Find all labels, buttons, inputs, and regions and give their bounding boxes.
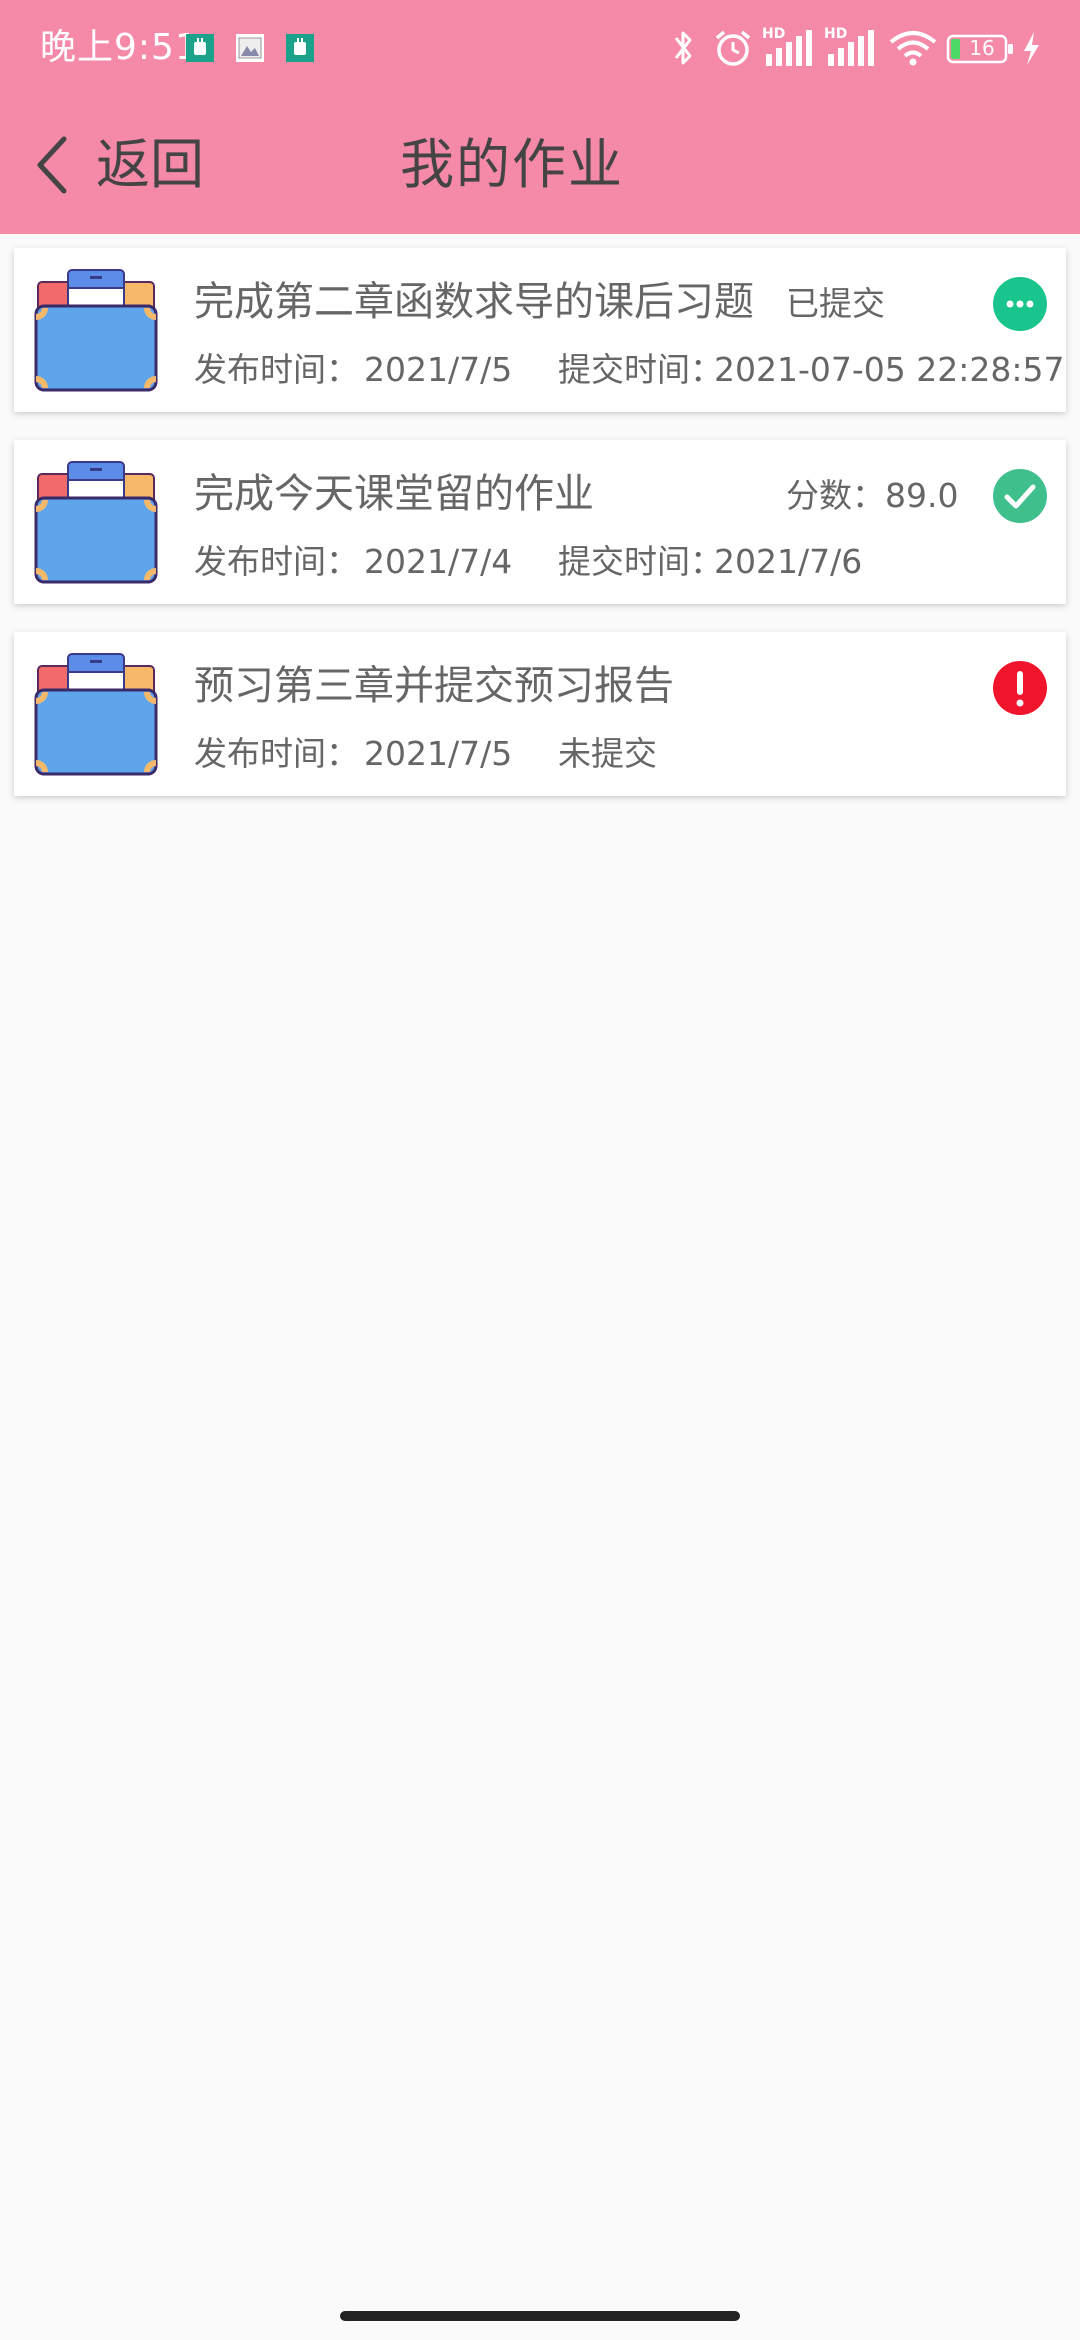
submit-label: 提交时间： bbox=[558, 542, 723, 581]
more-icon[interactable] bbox=[992, 276, 1048, 332]
app-notification-icon bbox=[186, 34, 214, 62]
submit-time: 2021-07-05 22:28:57 bbox=[714, 350, 1065, 389]
homework-card[interactable]: 完成今天课堂留的作业 分数：89.0 发布时间： 2021/7/4 提交时间： … bbox=[14, 440, 1066, 604]
submit-status: 未提交 bbox=[558, 734, 657, 773]
app-notification-icon-2 bbox=[286, 34, 314, 62]
back-button[interactable]: 返回 bbox=[30, 120, 220, 210]
publish-label: 发布时间： bbox=[194, 734, 359, 773]
homework-status: 已提交 bbox=[786, 284, 885, 323]
homework-title: 完成第二章函数求导的课后习题 bbox=[194, 279, 754, 325]
alert-icon[interactable] bbox=[992, 660, 1048, 716]
signal-hd-label-1: HD bbox=[762, 26, 786, 42]
home-indicator[interactable] bbox=[340, 2311, 740, 2321]
homework-card[interactable]: 完成第二章函数求导的课后习题 已提交 发布时间： 2021/7/5 提交时间： … bbox=[14, 248, 1066, 412]
homework-title: 预习第三章并提交预习报告 bbox=[194, 663, 674, 709]
signal-hd-label-2: HD bbox=[824, 26, 848, 42]
charging-icon bbox=[1024, 32, 1039, 65]
briefcase-icon bbox=[34, 268, 158, 392]
alarm-icon bbox=[715, 30, 751, 66]
status-time: 晚上9:51 bbox=[40, 27, 199, 68]
submit-label: 提交时间： bbox=[558, 350, 723, 389]
battery-level: 16 bbox=[969, 36, 995, 60]
page-title: 我的作业 bbox=[400, 133, 624, 196]
publish-date: 2021/7/4 bbox=[364, 542, 513, 581]
status-bar: 晚上9:51 HD HD 16 bbox=[0, 0, 1080, 96]
check-icon[interactable] bbox=[992, 468, 1048, 524]
publish-date: 2021/7/5 bbox=[364, 734, 513, 773]
briefcase-icon bbox=[34, 460, 158, 584]
publish-label: 发布时间： bbox=[194, 542, 359, 581]
image-notification-icon bbox=[236, 34, 264, 62]
homework-card[interactable]: 预习第三章并提交预习报告 发布时间： 2021/7/5 未提交 bbox=[14, 632, 1066, 796]
wifi-icon bbox=[889, 31, 937, 66]
bluetooth-icon bbox=[674, 31, 692, 65]
back-label: 返回 bbox=[96, 133, 204, 196]
homework-score: 分数：89.0 bbox=[786, 476, 959, 515]
chevron-left-icon bbox=[37, 136, 67, 194]
submit-time: 2021/7/6 bbox=[714, 542, 863, 581]
homework-title: 完成今天课堂留的作业 bbox=[194, 471, 594, 517]
briefcase-icon bbox=[34, 652, 158, 776]
publish-label: 发布时间： bbox=[194, 350, 359, 389]
publish-date: 2021/7/5 bbox=[364, 350, 513, 389]
app-header: 晚上9:51 HD HD 16 返回 我的作业 bbox=[0, 0, 1080, 234]
